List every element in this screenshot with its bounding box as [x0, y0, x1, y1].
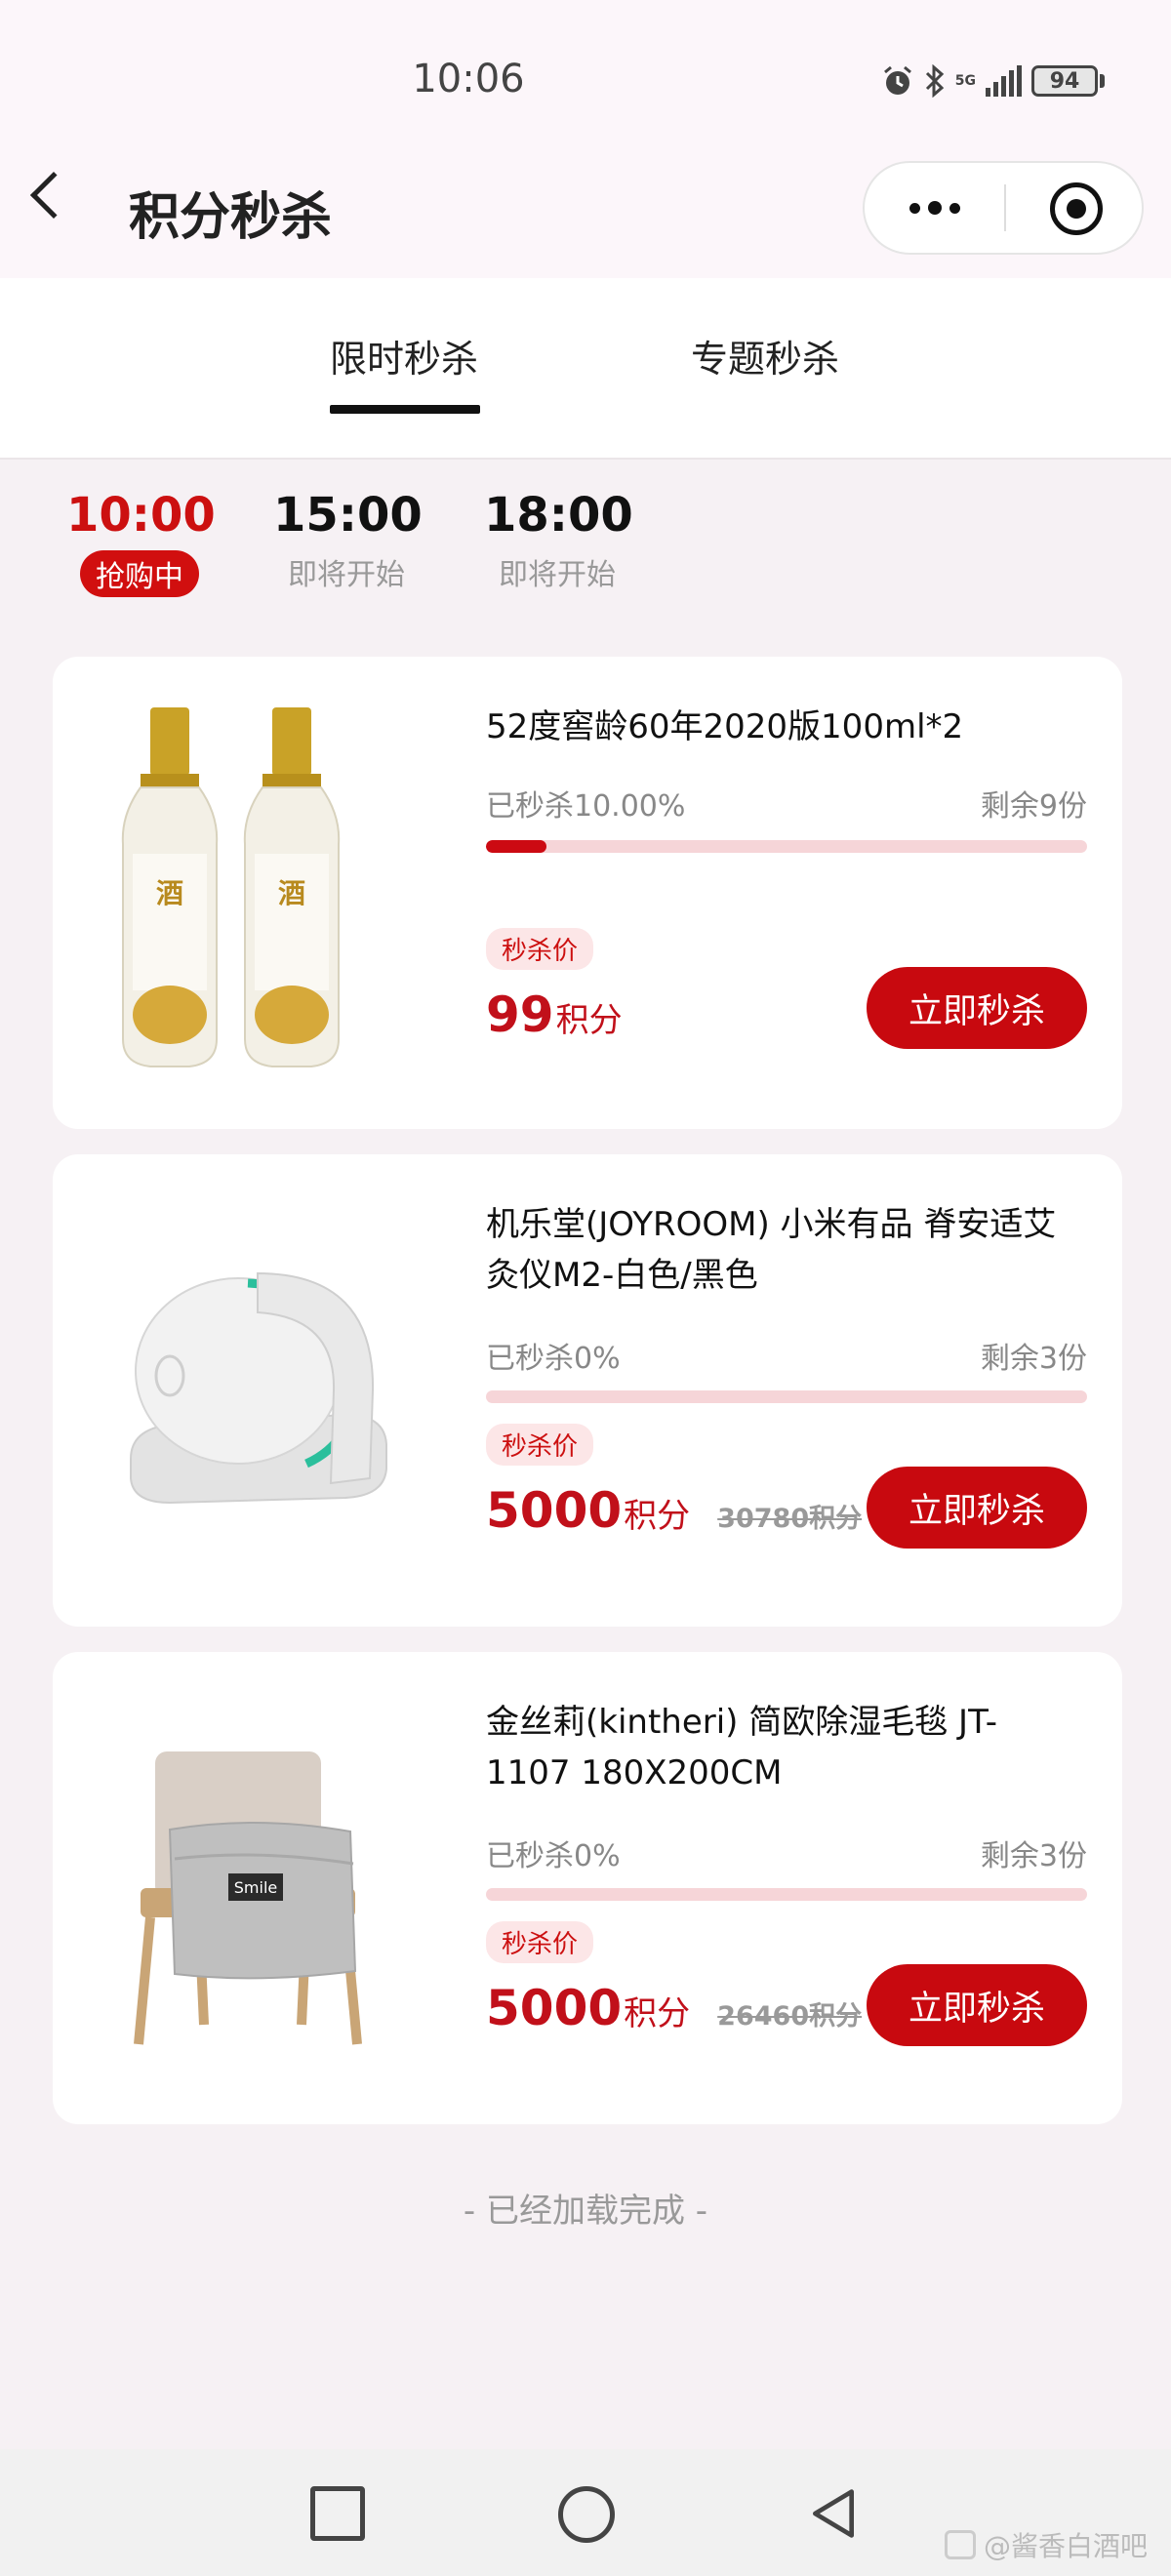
progress-bar [486, 840, 1087, 853]
load-complete-text: - 已经加载完成 - [463, 2192, 708, 2231]
svg-text:Smile: Smile [234, 1878, 277, 1897]
price-unit: 积分 [555, 1001, 623, 1040]
alarm-icon [883, 65, 911, 95]
slot-status-badge: 抢购中 [80, 550, 199, 597]
network-label: 5G [954, 72, 976, 89]
top-area: 10:06 5G 94 积分秒杀 [0, 0, 1171, 278]
flash-price-tag: 秒杀价 [486, 928, 594, 970]
battery-level: 94 [1049, 68, 1080, 94]
price-value: 5000 [486, 1980, 623, 2036]
home-circle-icon[interactable] [558, 2486, 615, 2543]
flash-price-tag: 秒杀价 [486, 1424, 594, 1466]
sold-percent: 已秒杀0% [486, 1839, 621, 1873]
buy-now-button[interactable]: 立即秒杀 [867, 967, 1087, 1049]
tab-active-underline [330, 405, 480, 414]
price: 5000 积分 26460积分 [486, 1980, 862, 2036]
sold-percent: 已秒杀0% [486, 1342, 621, 1376]
signal-icon [986, 65, 1022, 97]
remaining-count: 剩余3份 [980, 1342, 1087, 1376]
product-name: 52度窖龄60年2020版100ml*2 [486, 707, 964, 746]
original-price: 26460积分 [717, 2001, 863, 2032]
back-chevron-icon[interactable] [29, 171, 78, 220]
system-nav-bar: @酱香白酒吧 [0, 2449, 1171, 2576]
tab-topic-flash-sale[interactable]: 专题秒杀 [691, 329, 839, 382]
mini-program-capsule [863, 161, 1144, 255]
slot-time: 18:00 [484, 488, 633, 543]
battery-icon: 94 [1031, 65, 1098, 97]
original-price: 30780积分 [717, 1504, 863, 1534]
product-card[interactable]: 机乐堂(JOYROOM) 小米有品 脊安适艾灸仪M2-白色/黑色 已秒杀0% 剩… [53, 1154, 1122, 1627]
time-slot-1500[interactable]: 15:00 即将开始 [273, 488, 423, 593]
recent-apps-square-icon[interactable] [310, 2486, 365, 2541]
remaining-count: 剩余3份 [980, 1839, 1087, 1873]
more-dots-icon[interactable] [865, 163, 1004, 253]
price-value: 5000 [486, 1482, 623, 1539]
status-icons: 5G 94 [881, 64, 1105, 98]
slot-status: 即将开始 [499, 558, 616, 592]
tab-limited-flash-sale[interactable]: 限时秒杀 [330, 329, 478, 382]
price-unit: 积分 [624, 1994, 691, 2033]
svg-text:酒: 酒 [156, 877, 183, 909]
watermark-text: @酱香白酒吧 [983, 2530, 1148, 2562]
tab-bar: 限时秒杀 专题秒杀 [0, 278, 1171, 460]
moxibustion-device-image [111, 1193, 404, 1588]
progress-bar [486, 1888, 1087, 1901]
liquor-bottles-image: 酒 酒 [111, 696, 404, 1090]
watermark: @酱香白酒吧 [944, 2525, 1148, 2564]
remaining-count: 剩余9份 [980, 789, 1087, 824]
product-card[interactable]: 酒 酒 52度窖龄60年2020版100ml*2 已秒杀10.00% 剩余9份 … [53, 657, 1122, 1129]
close-target-icon[interactable] [1050, 182, 1103, 235]
price: 99 积分 [486, 986, 623, 1043]
svg-text:酒: 酒 [278, 877, 305, 909]
product-name: 机乐堂(JOYROOM) 小米有品 脊安适艾灸仪M2-白色/黑色 [486, 1205, 1057, 1295]
capsule-divider [1004, 184, 1006, 231]
buy-now-button[interactable]: 立即秒杀 [867, 1964, 1087, 2046]
chair-blanket-image: Smile [111, 1691, 404, 2085]
product-card[interactable]: Smile 金丝莉(kintheri) 简欧除湿毛毯 JT-1107 180X2… [53, 1652, 1122, 2124]
time-slot-1800[interactable]: 18:00 即将开始 [484, 488, 633, 593]
progress-fill [486, 840, 546, 853]
buy-now-button[interactable]: 立即秒杀 [867, 1467, 1087, 1549]
battery-tip [1100, 74, 1105, 88]
price-unit: 积分 [624, 1497, 691, 1536]
flash-price-tag: 秒杀价 [486, 1921, 594, 1963]
price: 5000 积分 30780积分 [486, 1482, 862, 1539]
time-slot-1000[interactable]: 10:00 抢购中 [66, 488, 216, 597]
back-triangle-icon[interactable] [806, 2486, 861, 2541]
slot-time: 15:00 [273, 488, 423, 543]
progress-bar [486, 1390, 1087, 1403]
slot-status: 即将开始 [288, 558, 405, 592]
product-name: 金丝莉(kintheri) 简欧除湿毛毯 JT-1107 180X200CM [486, 1703, 997, 1792]
page-title: 积分秒杀 [129, 188, 333, 247]
bluetooth-icon [925, 64, 944, 98]
sold-percent: 已秒杀10.00% [486, 789, 686, 824]
chat-box-icon [944, 2530, 976, 2559]
slot-time: 10:00 [66, 488, 216, 543]
price-value: 99 [486, 986, 554, 1043]
status-time: 10:06 [412, 57, 525, 101]
